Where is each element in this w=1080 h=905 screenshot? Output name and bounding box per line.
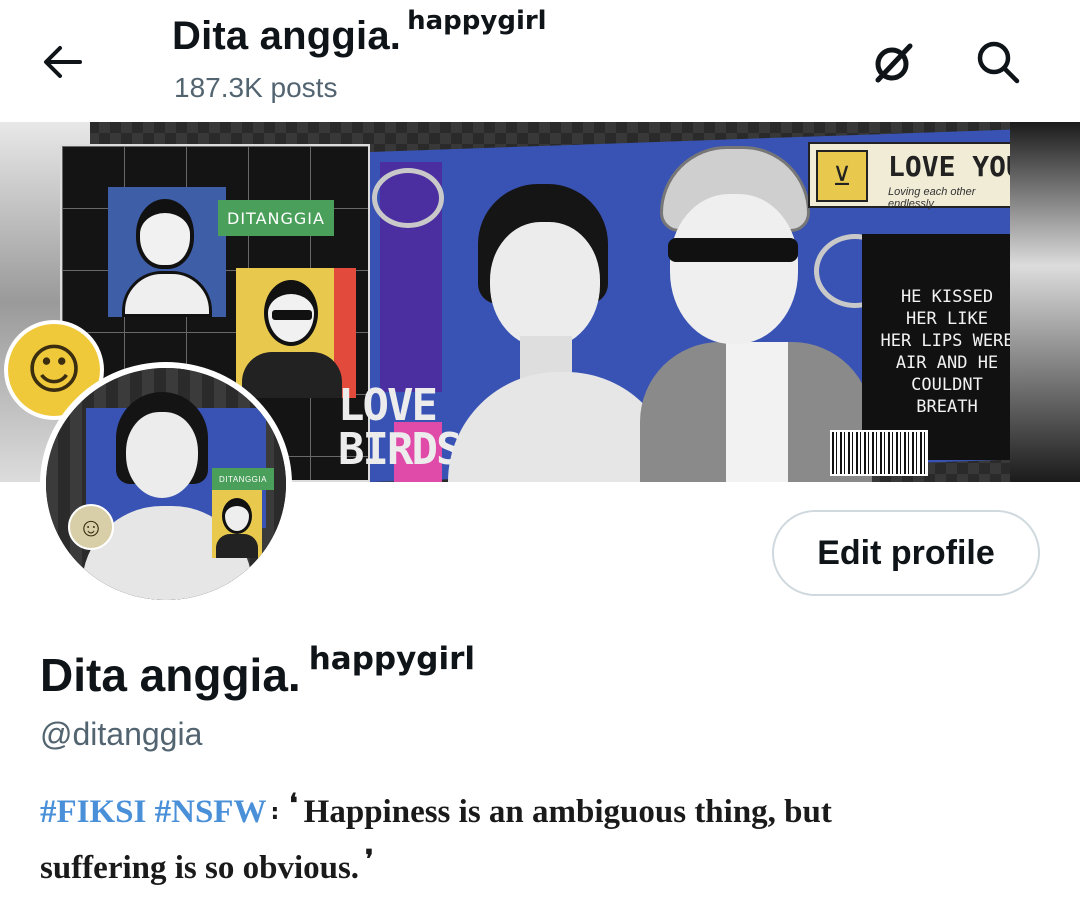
hashtag-link[interactable]: #NSFW <box>155 794 267 830</box>
banner-name-tag: DITANGGIA <box>218 200 334 236</box>
back-arrow-icon <box>44 46 82 78</box>
love-birds-line2: BIRDS <box>338 424 462 475</box>
profile-header: Dita anggia. happygirl 187.3K posts <box>0 0 1080 122</box>
display-name: Dita anggia. <box>40 649 301 701</box>
quote-line: BREATH <box>916 397 978 417</box>
profile-bio: #FIKSI #NSFW: ❛ Happiness is an ambiguous … <box>40 786 1040 896</box>
bio-separator: : <box>270 800 280 825</box>
bio-text-line2: suffering is so obvious. <box>40 850 360 886</box>
quote-line: AIR AND HE <box>895 353 999 373</box>
quote-line: HER LIPS WERE <box>880 331 1014 351</box>
header-display-name: Dita anggia. <box>172 14 402 58</box>
search-button[interactable] <box>970 36 1026 88</box>
love-you-subtitle: Loving each other endlessly <box>888 186 976 210</box>
posts-count: 187.3K posts <box>174 72 338 103</box>
avatar-image: DITANGGIA ☺ <box>46 368 286 600</box>
profile-name: Dita anggia. happygirl <box>40 641 475 702</box>
grok-icon <box>875 43 913 83</box>
love-you-title: LOVE YOU <box>888 150 1023 183</box>
back-button[interactable] <box>36 38 88 86</box>
love-birds-line1: LOVE <box>338 380 438 431</box>
keyring-icon <box>372 168 444 228</box>
quote-line: HE KISSED <box>900 287 994 307</box>
smiley-icon: ☺ <box>68 504 114 550</box>
edit-profile-label: Edit profile <box>817 533 995 572</box>
profile-handle: @ditanggia <box>40 716 203 752</box>
avatar-man-card <box>212 490 262 558</box>
barcode-icon <box>830 430 928 476</box>
profile-avatar[interactable]: DITANGGIA ☺ <box>40 362 292 606</box>
banner-quote-card: HE KISSED HER LIKE HER LIPS WERE AIR AND… <box>862 234 1030 460</box>
grok-button[interactable] <box>866 36 922 88</box>
close-quote-icon: ❜ <box>365 845 374 875</box>
open-quote-icon: ❛ <box>289 789 298 819</box>
header-name-suffix: happygirl <box>407 6 547 36</box>
banner-right-portrait <box>1010 122 1080 482</box>
bio-text-line1: Happiness is an ambiguous thing, but <box>303 794 832 830</box>
edit-profile-button[interactable]: Edit profile <box>772 510 1040 596</box>
banner-woman-card <box>108 187 226 317</box>
banner-love-birds-text: LOVE BIRDS <box>338 380 462 475</box>
banner-quote-text: HE KISSED HER LIKE HER LIPS WERE AIR AND… <box>872 286 1022 418</box>
search-icon <box>977 41 1020 84</box>
display-name-suffix: happygirl <box>308 641 476 677</box>
header-title: Dita anggia. happygirl <box>172 6 547 59</box>
hashtag-link[interactable]: #FIKSI <box>40 794 146 830</box>
quote-line: HER LIKE <box>906 309 988 329</box>
avatar-name-tag: DITANGGIA <box>212 468 274 490</box>
quote-line: COULDNT <box>911 375 983 395</box>
glass-icon: ⊻ <box>816 150 868 202</box>
banner-love-you-label: ⊻ LOVE YOU Loving each other endlessly <box>808 142 1026 210</box>
